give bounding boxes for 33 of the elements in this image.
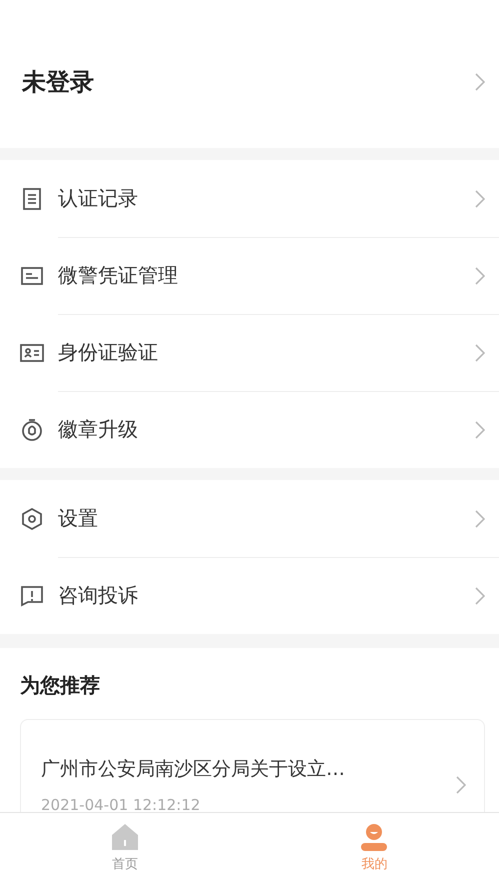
chevron-right-icon bbox=[475, 510, 485, 528]
badge-icon bbox=[20, 418, 44, 442]
menu-item[interactable]: 身份证验证 bbox=[0, 314, 499, 391]
chevron-right-icon bbox=[475, 586, 485, 604]
article-title: 广州市公安局南沙区分局关于设立… bbox=[41, 757, 346, 782]
settings-icon bbox=[20, 506, 44, 530]
chevron-right-icon bbox=[475, 73, 485, 91]
document-icon bbox=[20, 186, 44, 210]
menu-label: 微警凭证管理 bbox=[58, 262, 179, 289]
chevron-right-icon bbox=[475, 420, 485, 438]
alert-icon bbox=[20, 584, 44, 608]
menu-label: 身份证验证 bbox=[58, 339, 159, 366]
menu-item[interactable]: 设置 bbox=[0, 480, 499, 557]
menu-item[interactable]: 微警凭证管理 bbox=[0, 237, 499, 314]
login-status: 未登录 bbox=[22, 67, 95, 98]
article-time: 2021-04-01 12:12:12 bbox=[41, 796, 202, 812]
tab-label: 首页 bbox=[112, 856, 138, 873]
chevron-right-icon bbox=[456, 776, 466, 794]
section-title: 为您推荐 bbox=[20, 672, 101, 699]
chevron-right-icon bbox=[475, 266, 485, 284]
chevron-right-icon bbox=[475, 190, 485, 208]
menu-label: 咨询投诉 bbox=[58, 582, 139, 609]
chevron-right-icon bbox=[475, 344, 485, 362]
tab-label: 我的 bbox=[361, 856, 388, 873]
menu-item[interactable]: 徽章升级 bbox=[0, 391, 499, 468]
menu-item[interactable]: 咨询投诉 bbox=[0, 557, 499, 634]
person-icon bbox=[360, 823, 388, 851]
home-icon bbox=[110, 823, 139, 851]
menu-label: 设置 bbox=[58, 505, 99, 532]
account-row[interactable]: 未登录 bbox=[0, 0, 499, 148]
menu-label: 徽章升级 bbox=[58, 416, 139, 443]
menu-item[interactable]: 认证记录 bbox=[0, 160, 499, 237]
menu-label: 认证记录 bbox=[58, 185, 139, 212]
